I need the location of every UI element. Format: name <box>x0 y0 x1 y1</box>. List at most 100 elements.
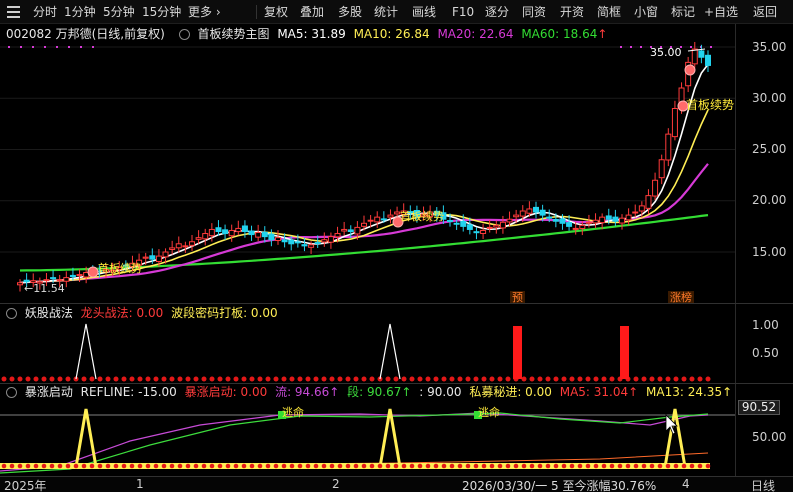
baseline-dot <box>57 463 63 469</box>
btn-intraday[interactable]: 分时 <box>33 0 57 24</box>
baseline-dot <box>361 463 367 469</box>
btn-mark[interactable]: 标记 <box>671 0 695 24</box>
btn-add-watchlist[interactable]: +自选 <box>704 0 738 24</box>
top-dot <box>80 46 82 48</box>
ma60-value: MA60: 18.64 <box>521 27 598 41</box>
baseline-dot <box>489 463 495 469</box>
price-axis <box>735 24 793 304</box>
baseline-dot <box>385 463 391 469</box>
baseline-dot <box>321 463 327 469</box>
ma10-line <box>19 109 709 284</box>
candle <box>552 218 559 222</box>
baseline-dot <box>241 463 247 469</box>
baseline-dot <box>281 463 287 469</box>
btn-stats[interactable]: 统计 <box>374 0 398 24</box>
baseline-dot <box>425 463 431 469</box>
baseline-dot <box>17 463 23 469</box>
stock-code-name: 002082 万邦德(日线,前复权) <box>6 27 165 41</box>
baseline-dot <box>705 463 711 469</box>
top-dot <box>32 46 34 48</box>
baseline-dot <box>153 376 159 382</box>
btn-multistock[interactable]: 多股 <box>338 0 362 24</box>
baseline-dot <box>665 463 671 469</box>
btn-1min[interactable]: 1分钟 <box>64 0 96 24</box>
sub1-legend: 妖股战法 龙头战法: 0.00 波段密码打板: 0.00 <box>0 304 282 322</box>
candle <box>248 230 255 236</box>
btn-draw[interactable]: 画线 <box>412 0 436 24</box>
baseline-dot <box>601 463 607 469</box>
sub1-chart[interactable] <box>0 322 735 382</box>
settings-circle-icon[interactable] <box>178 29 190 40</box>
baseline-dot <box>553 376 559 382</box>
btn-f10[interactable]: F10 <box>452 0 474 24</box>
baseline-dot <box>177 376 183 382</box>
btn-adjust[interactable]: 复权 <box>264 0 288 24</box>
settings-circle-icon[interactable] <box>6 308 17 319</box>
candle <box>142 256 149 259</box>
settings-circle-icon[interactable] <box>6 387 17 398</box>
candle <box>169 247 176 250</box>
candle <box>533 206 539 213</box>
candle <box>301 244 308 247</box>
baseline-dot <box>41 463 47 469</box>
sub2-chart[interactable] <box>0 401 735 476</box>
tick-35: 35.00 <box>752 40 787 54</box>
sub1-title[interactable]: 妖股战法 <box>25 306 73 320</box>
baseline-dot <box>217 463 223 469</box>
candle <box>334 233 341 238</box>
btn-simple-frame[interactable]: 简框 <box>597 0 621 24</box>
baseline-dot <box>457 376 463 382</box>
baseline-dot <box>313 376 319 382</box>
menu-icon[interactable] <box>7 6 20 18</box>
baseline-dot <box>225 376 231 382</box>
btn-by-minute[interactable]: 逐分 <box>485 0 509 24</box>
flow-value: 流: 94.66↑ <box>275 385 340 399</box>
candle <box>698 50 705 58</box>
baseline-dot <box>305 376 311 382</box>
period-label[interactable]: 日线 <box>751 477 775 492</box>
ninety-value: : 90.00 <box>419 385 462 399</box>
baseline-dot <box>49 376 55 382</box>
candle <box>447 220 453 223</box>
candle <box>652 179 659 197</box>
btn-overlay[interactable]: 叠加 <box>300 0 324 24</box>
ma5-line <box>19 63 709 284</box>
cursor-value-box: 90.52 <box>738 400 780 415</box>
baseline-dot <box>545 463 551 469</box>
ma10-value: MA10: 26.84 <box>353 27 430 41</box>
baseline-dot <box>689 463 695 469</box>
baseline-dot <box>369 376 375 382</box>
candle <box>579 224 586 229</box>
baseline-dot <box>681 376 687 382</box>
candle <box>632 211 639 214</box>
baseline-dot <box>297 376 303 382</box>
btn-15min[interactable]: 15分钟 <box>142 0 181 24</box>
candle <box>255 232 262 238</box>
main-indicator-name[interactable]: 首板续势主图 <box>197 27 269 41</box>
private-value: 私募秘进: 0.00 <box>469 385 552 399</box>
sub2-title[interactable]: 暴涨启动 <box>25 385 73 399</box>
baseline-dot <box>697 463 703 469</box>
sub2-ma13-value: MA13: 24.35↑ <box>646 385 733 399</box>
candle <box>354 226 361 235</box>
baseline-dot <box>193 376 199 382</box>
baseline-dot <box>545 376 551 382</box>
btn-same-fund[interactable]: 同资 <box>522 0 546 24</box>
baseline-dot <box>209 463 215 469</box>
btn-mini-window[interactable]: 小窗 <box>634 0 658 24</box>
btn-more[interactable]: 更多 › <box>188 0 221 24</box>
candle <box>175 243 182 249</box>
baseline-dot <box>497 376 503 382</box>
candle <box>572 227 579 230</box>
btn-5min[interactable]: 5分钟 <box>103 0 135 24</box>
btn-open-fund[interactable]: 开资 <box>560 0 584 24</box>
candle <box>380 218 387 221</box>
baseline-dot <box>401 376 407 382</box>
candle <box>222 229 229 235</box>
candle <box>665 133 672 161</box>
baseline-dot <box>57 376 63 382</box>
candle <box>506 218 513 223</box>
btn-back[interactable]: 返回 <box>753 0 777 24</box>
baseline-dot <box>329 463 335 469</box>
dragon-value: 龙头战法: 0.00 <box>80 306 164 320</box>
